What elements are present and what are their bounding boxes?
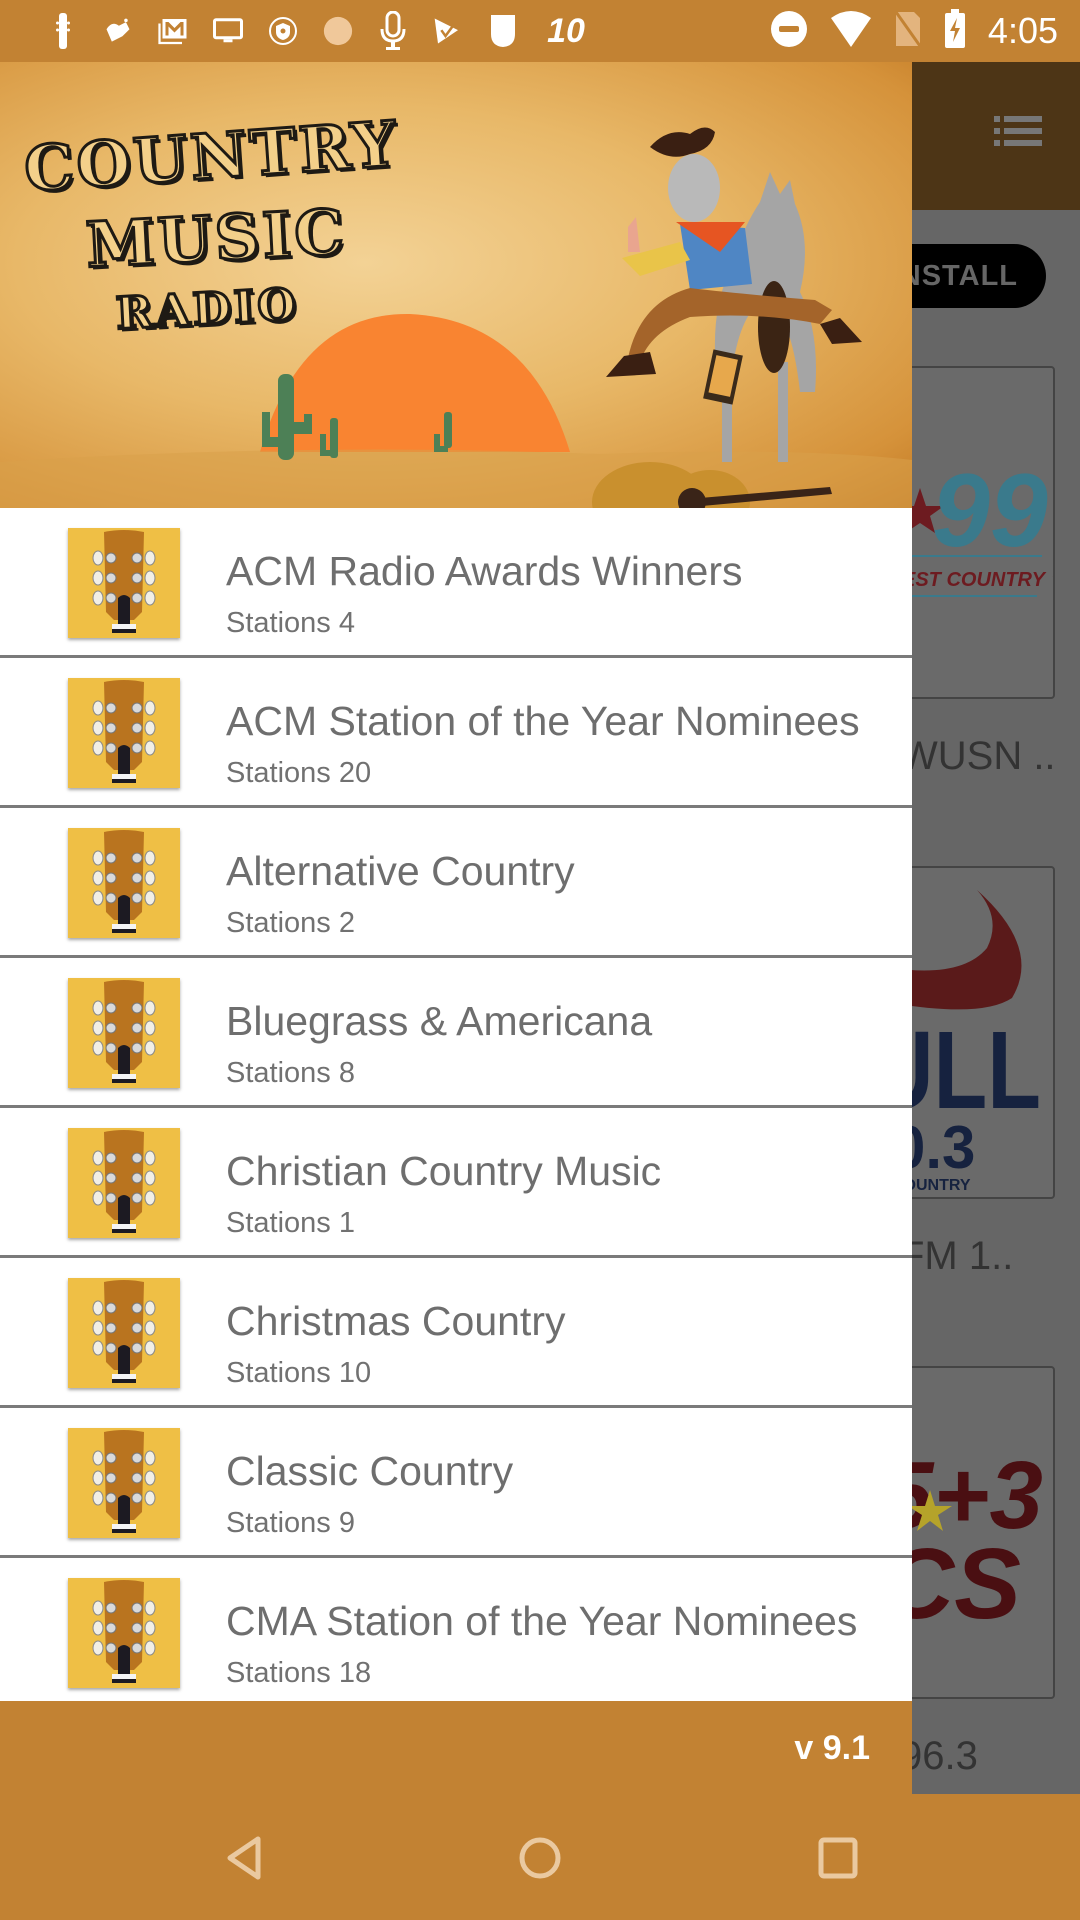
do-not-disturb-icon: [770, 10, 808, 53]
category-title: Christian Country Music: [226, 1148, 662, 1194]
category-title: CMA Station of the Year Nominees: [226, 1598, 858, 1644]
guitar-headstock-icon: [68, 1128, 180, 1238]
home-icon: [519, 1837, 561, 1879]
check-app-icon: [433, 13, 463, 49]
category-title: Classic Country: [226, 1448, 514, 1494]
back-icon: [227, 1836, 261, 1880]
wifi-icon: [830, 10, 872, 53]
category-item[interactable]: ACM Radio Awards Winners Stations 4: [0, 508, 912, 658]
category-station-count: Stations 18: [226, 1657, 372, 1689]
category-item[interactable]: Christian Country Music Stations 1: [0, 1108, 912, 1258]
category-item[interactable]: Alternative Country Stations 2: [0, 808, 912, 958]
clock: 4:05: [987, 10, 1058, 51]
category-title: ACM Radio Awards Winners: [226, 548, 743, 594]
list-menu-icon[interactable]: [994, 116, 1042, 146]
microphone-icon: [378, 11, 408, 50]
guitar-headstock-icon: [68, 1578, 180, 1688]
guitar-app-icon: [48, 13, 78, 49]
system-navigation-bar: [0, 1794, 1080, 1920]
svg-text:99: 99: [932, 453, 1048, 569]
guitar-headstock-icon: [68, 828, 180, 938]
category-item[interactable]: Christmas Country Stations 10: [0, 1258, 912, 1408]
vpn-shield-icon: [268, 13, 298, 49]
gmail-icon: [158, 13, 188, 49]
category-station-count: Stations 8: [226, 1057, 355, 1089]
version-label: v 9.1: [794, 1729, 870, 1767]
radio-app-icon: [323, 13, 353, 49]
category-station-count: Stations 4: [226, 607, 355, 639]
guitar-headstock-icon: [68, 1278, 180, 1388]
station-caption: FM 1..: [900, 1234, 1014, 1278]
recents-button[interactable]: [810, 1830, 866, 1886]
category-station-count: Stations 9: [226, 1507, 355, 1539]
guitar-headstock-icon: [68, 528, 180, 638]
category-title: Bluegrass & Americana: [226, 998, 653, 1044]
ten-app-icon: 10: [547, 11, 585, 50]
banner-title-line: MUSIC: [83, 194, 350, 284]
status-bar: 10 4:05: [0, 0, 1080, 62]
category-station-count: Stations 1: [226, 1207, 355, 1239]
category-item[interactable]: ACM Station of the Year Nominees Station…: [0, 658, 912, 808]
category-item[interactable]: Bluegrass & Americana Stations 8: [0, 958, 912, 1108]
cast-screen-icon: [213, 13, 243, 49]
no-sim-icon: [894, 10, 922, 53]
category-station-count: Stations 20: [226, 757, 372, 789]
guitar-headstock-icon: [68, 978, 180, 1088]
home-button[interactable]: [512, 1830, 568, 1886]
guitar-headstock-icon: [68, 678, 180, 788]
battery-charging-icon: [944, 8, 966, 54]
drawer-footer: v 9.1: [0, 1701, 912, 1794]
category-station-count: Stations 2: [226, 907, 355, 939]
recents-icon: [818, 1837, 858, 1879]
category-title: Alternative Country: [226, 848, 575, 894]
category-item[interactable]: CMA Station of the Year Nominees Station…: [0, 1558, 912, 1696]
category-title: ACM Station of the Year Nominees: [226, 698, 860, 744]
shield-icon: [488, 13, 518, 49]
category-item[interactable]: Classic Country Stations 9: [0, 1408, 912, 1558]
back-button[interactable]: [216, 1830, 272, 1886]
screen: 10 4:05 INSTALL 99 EST COUNTRY ★ WUSN ..…: [0, 0, 1080, 1920]
banner-title-line: RADIO: [113, 278, 301, 341]
navigation-drawer: COUNTRY MUSIC RADIO ACM Radio Awards Win…: [0, 62, 912, 1794]
notification-app-icon: [103, 13, 133, 49]
station-caption: WUSN ..: [900, 734, 1056, 778]
drawer-header-banner: COUNTRY MUSIC RADIO: [0, 62, 912, 508]
category-station-count: Stations 10: [226, 1357, 372, 1389]
category-list: ACM Radio Awards Winners Stations 4 ACM …: [0, 508, 912, 1696]
svg-text:EST COUNTRY ★: EST COUNTRY ★: [902, 569, 1055, 591]
guitar-headstock-icon: [68, 1428, 180, 1538]
category-title: Christmas Country: [226, 1298, 566, 1344]
